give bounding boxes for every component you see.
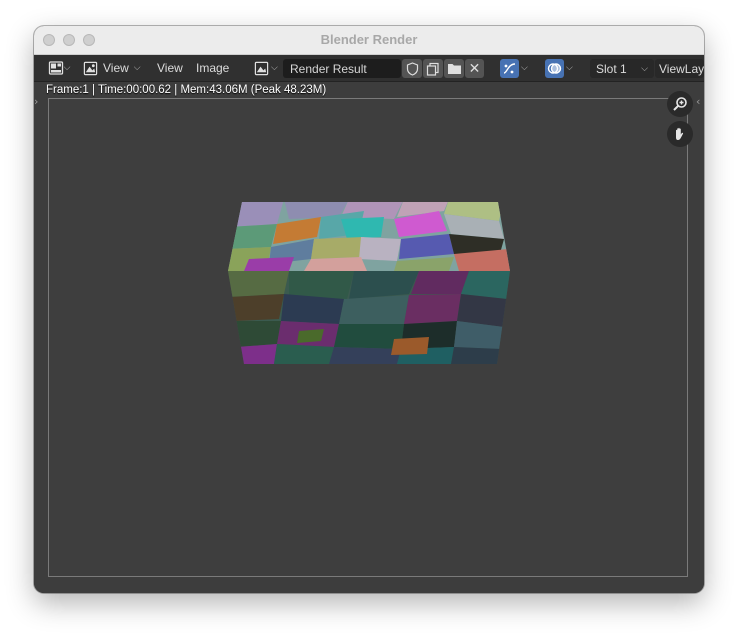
menu-view-label: View	[157, 61, 183, 75]
sidebar-expand-arrow[interactable]: ‹	[696, 95, 700, 108]
chevron-down-icon: ⌵	[521, 63, 528, 73]
view-mode-dropdown[interactable]: View ⌵	[83, 55, 145, 81]
duplicate-icon	[426, 62, 439, 76]
folder-icon	[447, 64, 461, 74]
render-window: Blender Render ⌵ View ⌵ View Image ⌵ Ren…	[34, 26, 704, 593]
view-layer-label: ViewLayer	[659, 61, 704, 76]
zoom-in-icon	[673, 97, 687, 111]
open-image-button[interactable]	[444, 59, 464, 78]
curve-scope-icon	[503, 63, 516, 74]
slot-label: Slot 1	[596, 61, 627, 76]
menu-image-label: Image	[196, 61, 230, 75]
render-stats: Frame:1 | Time:00:00.62 | Mem:43.06M (Pe…	[46, 84, 327, 96]
overlays-dropdown[interactable]: ⌵	[566, 55, 580, 81]
hand-icon	[676, 127, 684, 140]
image-name-field[interactable]: Render Result	[283, 59, 401, 78]
overlay-icon	[547, 63, 562, 74]
chevron-down-icon: ⌵	[566, 63, 573, 73]
image-editor-icon	[48, 61, 63, 75]
view-mode-icon	[83, 61, 98, 75]
slot-dropdown[interactable]: Slot 1 ⌵	[590, 59, 654, 78]
editor-type-dropdown[interactable]: ⌵	[46, 55, 72, 81]
toolbar-expand-arrow[interactable]: ›	[34, 95, 38, 108]
zoom-view-button[interactable]	[667, 91, 693, 117]
render-frame	[48, 98, 688, 577]
chevron-down-icon: ⌵	[641, 63, 648, 73]
chevron-down-icon: ⌵	[133, 63, 141, 73]
shield-icon	[406, 61, 418, 76]
image-browse-icon	[254, 61, 269, 75]
image-browse-dropdown[interactable]: ⌵	[254, 55, 282, 81]
chevron-down-icon: ⌵	[63, 63, 71, 73]
title-bar: Blender Render	[34, 26, 704, 55]
scopes-toggle[interactable]	[500, 59, 519, 78]
window-title: Blender Render	[320, 32, 418, 47]
menu-image[interactable]: Image	[196, 55, 229, 81]
unlink-image-button[interactable]: ✕	[465, 59, 484, 78]
scopes-dropdown[interactable]: ⌵	[521, 55, 535, 81]
close-icon: ✕	[468, 60, 481, 77]
menu-view[interactable]: View	[157, 55, 183, 81]
image-editor-header: ⌵ View ⌵ View Image ⌵ Render Result ✕ ⌵ …	[34, 55, 704, 82]
pan-view-button[interactable]	[667, 121, 693, 147]
new-image-button[interactable]	[423, 59, 443, 78]
fake-user-button[interactable]	[402, 59, 422, 78]
image-viewport[interactable]: Frame:1 | Time:00:00.62 | Mem:43.06M (Pe…	[34, 82, 704, 593]
overlays-toggle[interactable]	[545, 59, 564, 78]
view-layer-dropdown[interactable]: ViewLayer	[655, 59, 704, 78]
render-image	[228, 202, 510, 364]
chevron-down-icon: ⌵	[271, 63, 278, 73]
view-mode-label: View	[103, 61, 129, 75]
